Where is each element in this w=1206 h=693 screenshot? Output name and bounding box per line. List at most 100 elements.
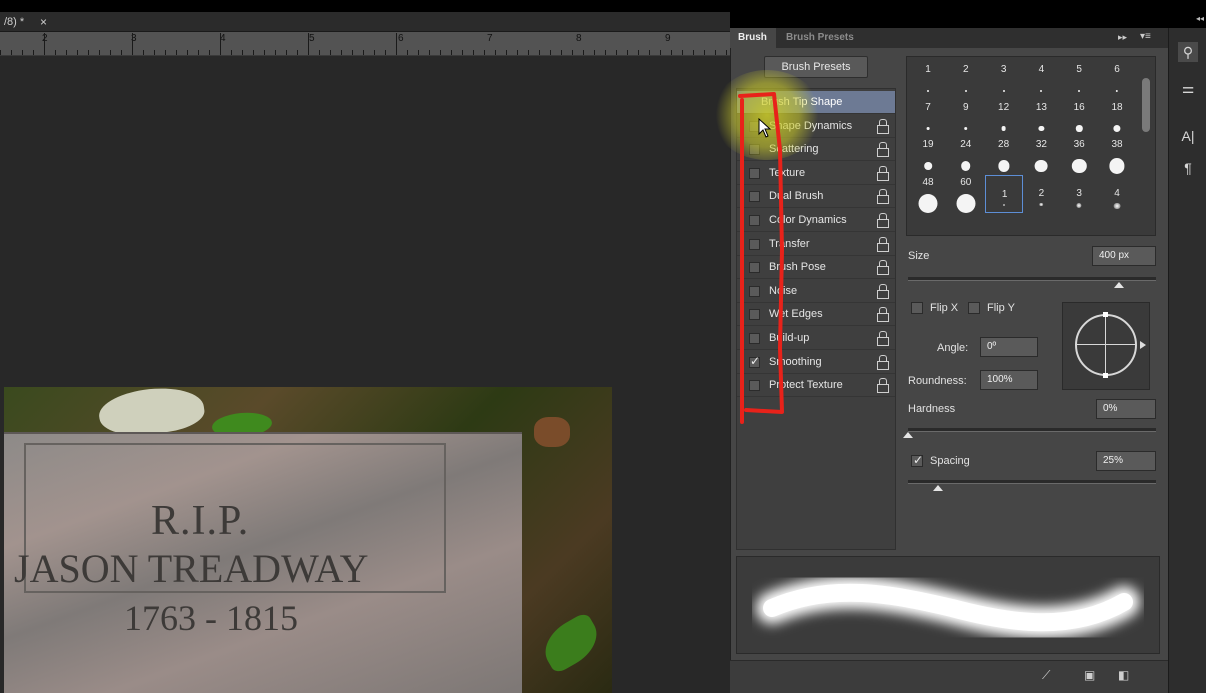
lock-icon[interactable] <box>877 260 889 276</box>
brush-tip-cell[interactable]: 48 <box>909 175 947 213</box>
lock-icon[interactable] <box>877 118 889 134</box>
brush-tip-cell[interactable]: 7 <box>909 100 947 138</box>
brush-tip-preview <box>1075 125 1083 132</box>
brush-tip-preview <box>1002 90 1005 92</box>
spacing-checkbox[interactable] <box>911 453 923 467</box>
size-slider-thumb[interactable] <box>1114 282 1124 288</box>
expand-icon[interactable]: ▸▸ <box>1118 32 1127 43</box>
brush-tip-cell[interactable]: 28 <box>985 137 1023 175</box>
brush-tip-preview <box>927 90 929 92</box>
brush-size-label: 36 <box>1073 139 1085 150</box>
brush-size-label: 13 <box>1035 101 1047 113</box>
character-icon[interactable]: A| <box>1178 126 1198 146</box>
flip-y-checkbox[interactable] <box>968 302 980 314</box>
tab-brush-presets[interactable]: Brush Presets <box>778 28 862 48</box>
brush-tip-cell[interactable]: 1 <box>984 174 1023 213</box>
lock-icon[interactable] <box>877 189 889 205</box>
ruler-tick <box>616 50 617 55</box>
brush-tip-preview <box>1115 89 1119 93</box>
angle-circle[interactable] <box>1075 314 1137 376</box>
lock-icon[interactable] <box>877 331 889 346</box>
ruler-tick <box>418 50 419 55</box>
lock-icon[interactable] <box>877 283 889 299</box>
spacing-field[interactable]: 25% <box>1096 451 1156 471</box>
horizontal-ruler: 23456789 <box>0 32 730 56</box>
brush-tip-cell[interactable]: 60 <box>947 175 985 213</box>
ruler-tick <box>187 50 188 55</box>
brush-size-label: 38 <box>1111 139 1123 150</box>
flip-x-checkbox[interactable] <box>911 302 923 314</box>
ruler-tick <box>627 50 628 55</box>
brush-tip-cell[interactable]: 19 <box>909 137 947 175</box>
lock-icon[interactable] <box>877 142 889 158</box>
size-field[interactable]: 400 px <box>1092 246 1156 266</box>
hardness-slider-thumb[interactable] <box>903 432 913 438</box>
roundness-handle[interactable] <box>1103 373 1108 378</box>
ruler-tick <box>561 50 562 55</box>
ruler-tick <box>132 33 133 55</box>
size-slider[interactable] <box>908 277 1156 281</box>
brush-settings-icon[interactable]: ⚲ <box>1178 42 1198 62</box>
angle-arrow-icon[interactable] <box>1140 341 1146 349</box>
brush-tip-cell[interactable]: 6 <box>1098 62 1136 100</box>
brush-tip-cell[interactable]: 9 <box>947 100 985 138</box>
brush-tip-cell[interactable]: 12 <box>985 100 1023 138</box>
ruler-tick <box>550 50 551 55</box>
brush-tip-cell[interactable]: 32 <box>1022 137 1060 175</box>
brush-tip-cell[interactable]: 3 <box>1060 175 1098 213</box>
ruler-tick <box>319 50 320 55</box>
brush-tip-cell[interactable]: 24 <box>947 137 985 175</box>
angle-field[interactable]: 0º <box>980 337 1038 357</box>
ruler-tick <box>484 50 485 55</box>
create-new-brush-icon[interactable]: ▣ <box>1084 668 1095 682</box>
ruler-tick <box>660 50 661 55</box>
paragraph-icon[interactable]: ¶ <box>1178 158 1198 178</box>
new-preset-icon[interactable]: ◧ <box>1118 668 1129 682</box>
lock-icon[interactable] <box>877 307 889 323</box>
ruler-tick <box>165 50 166 55</box>
lock-icon[interactable] <box>877 165 889 181</box>
brush-tip-cell[interactable]: 18 <box>1098 100 1136 138</box>
brush-tip-preview <box>924 162 932 170</box>
ruler-tick <box>0 50 1 55</box>
brush-tip-cell[interactable]: 2 <box>947 62 985 100</box>
adjust-icon[interactable]: ⚌ <box>1178 78 1198 98</box>
toggle-hard-proof-icon[interactable]: ⟋ <box>1042 668 1050 683</box>
brush-size-label: 1 <box>1001 188 1008 200</box>
brush-tip-preview <box>1113 202 1121 210</box>
brush-tip-cell[interactable]: 13 <box>1022 100 1060 138</box>
brush-tip-cell[interactable]: 1 <box>909 62 947 100</box>
ruler-tick <box>209 50 210 55</box>
brush-tip-cell[interactable]: 16 <box>1060 100 1098 138</box>
panel-tab-bar: Brush Brush Presets ▸▸ ▾≡ <box>730 28 1168 48</box>
brush-tip-cell[interactable]: 3 <box>985 62 1023 100</box>
panel-menu-icon[interactable]: ▾≡ <box>1140 31 1151 42</box>
lock-icon[interactable] <box>877 213 889 228</box>
roundness-handle[interactable] <box>1103 312 1108 317</box>
spacing-slider-thumb[interactable] <box>933 485 943 491</box>
spacing-slider[interactable] <box>908 480 1156 484</box>
roundness-field[interactable]: 100% <box>980 370 1038 390</box>
brush-tip-cell[interactable]: 4 <box>1022 62 1060 100</box>
roundness-label: Roundness: <box>908 375 967 387</box>
collapse-icon[interactable]: ◂◂ <box>1196 14 1204 23</box>
brush-tip-cell[interactable]: 36 <box>1060 137 1098 175</box>
lock-icon[interactable] <box>877 236 889 252</box>
lock-icon[interactable] <box>877 378 889 394</box>
ruler-tick <box>286 50 287 55</box>
document-tab[interactable] <box>0 12 730 32</box>
ruler-tick <box>506 50 507 55</box>
brush-size-label: 7 <box>925 101 931 113</box>
brush-tip-cell[interactable]: 38 <box>1098 137 1136 175</box>
lock-icon[interactable] <box>877 354 889 370</box>
close-icon[interactable]: × <box>40 15 47 29</box>
tab-brush[interactable]: Brush <box>730 28 776 48</box>
brush-tip-cell[interactable]: 2 <box>1022 175 1060 213</box>
hardness-field[interactable]: 0% <box>1096 399 1156 419</box>
ruler-tick <box>176 50 177 55</box>
ruler-tick <box>143 50 144 55</box>
brush-grid-scrollbar[interactable] <box>1142 78 1150 132</box>
brush-tip-cell[interactable]: 4 <box>1098 175 1136 213</box>
hardness-slider[interactable] <box>908 428 1156 432</box>
brush-tip-cell[interactable]: 5 <box>1060 62 1098 100</box>
